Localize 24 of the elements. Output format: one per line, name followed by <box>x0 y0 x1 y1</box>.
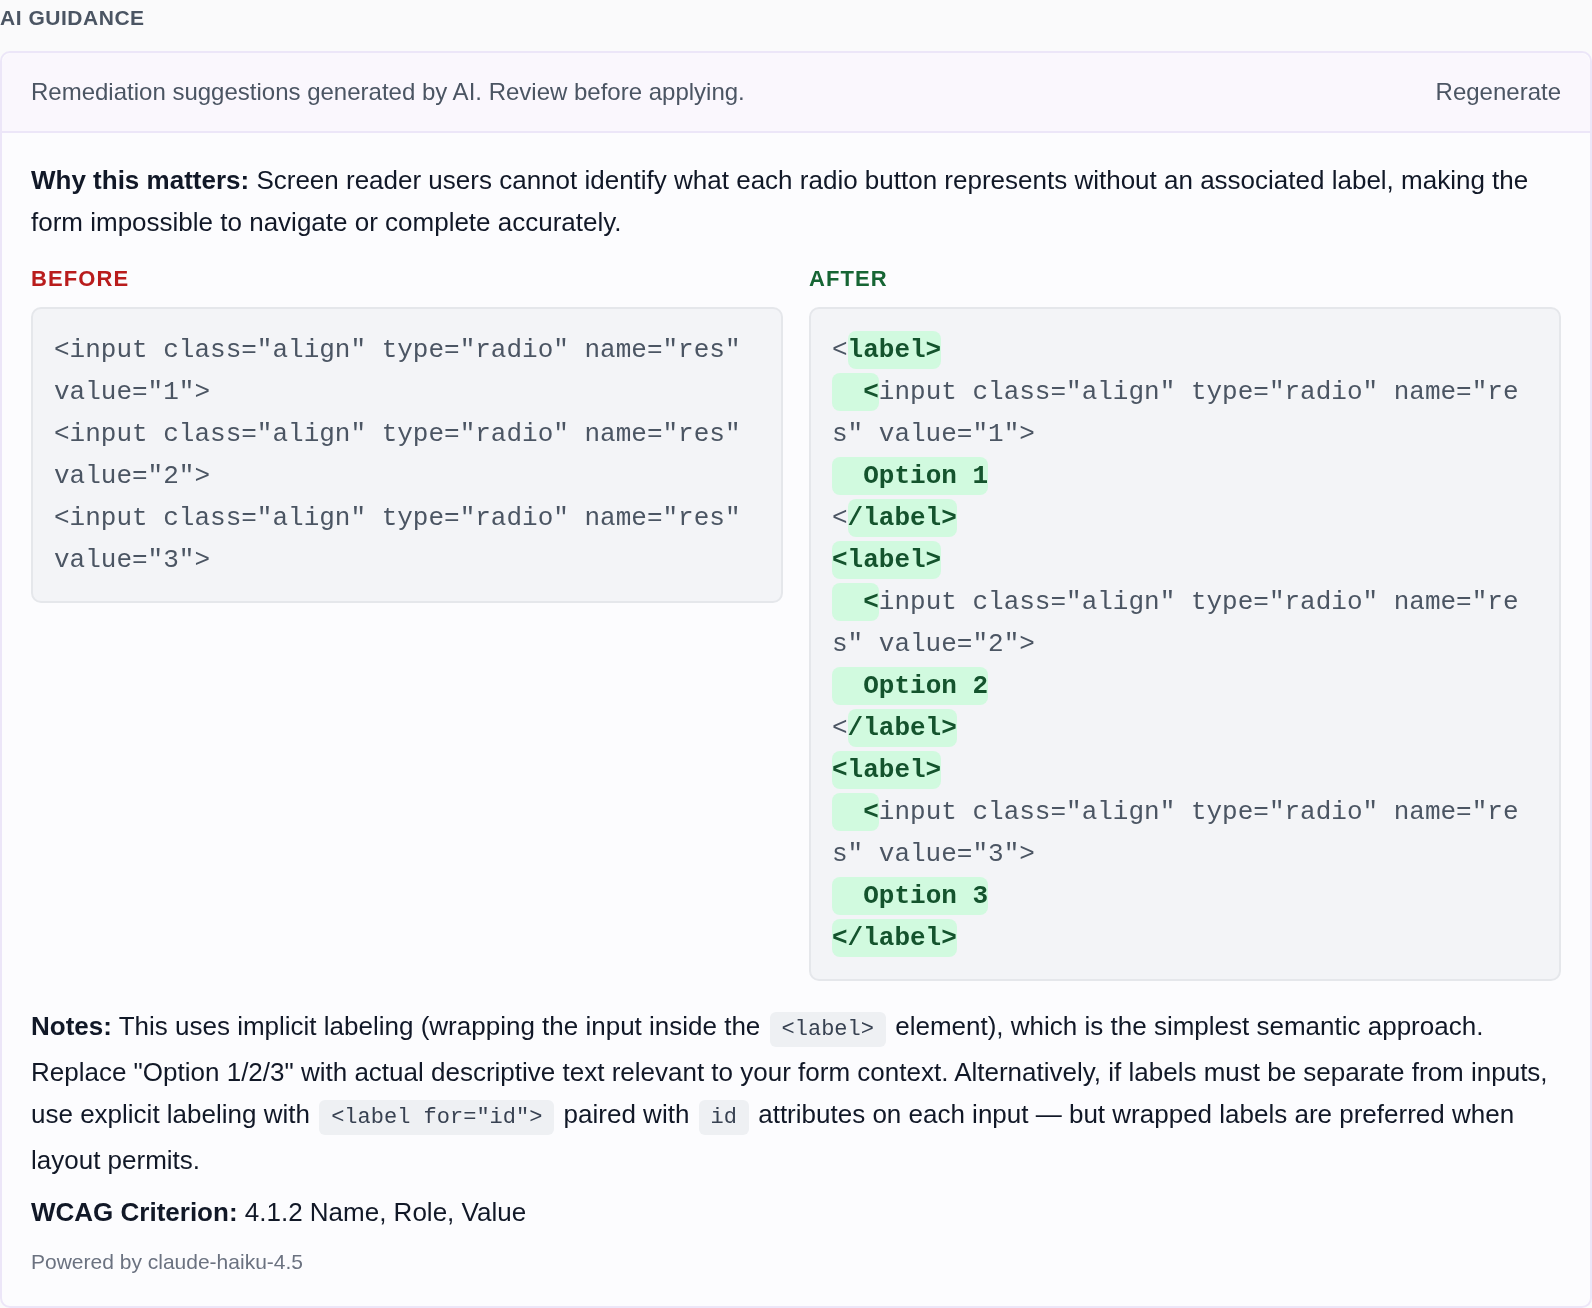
code-line: Option 1 <box>832 455 1545 497</box>
after-heading: AFTER <box>809 265 888 293</box>
code-line: <input class="align" type="radio" name="res" value="2"> <box>54 418 742 493</box>
regenerate-button[interactable]: Regenerate <box>1415 68 1581 116</box>
code-line: <input class="align" type="radio" name="res" value="1"> <box>54 334 742 409</box>
wcag-criterion: WCAG Criterion: 4.1.2 Name, Role, Value <box>31 1196 528 1229</box>
code-line: <label> <box>832 749 1545 791</box>
section-title: AI GUIDANCE <box>0 5 145 31</box>
why-paragraph: Why this matters: Screen reader users cannot identify what each radio button represents without an associated label, making the form impossible to navigate or complete accurately. <box>31 164 1530 239</box>
code-line: <label> <box>832 329 1545 371</box>
code-line: <input class="align" type="radio" name="res" value="3"> <box>54 502 742 577</box>
notes-paragraph: Notes: This uses implicit labeling (wrapping the input inside the <label> element), which is the simplest semantic approach. Replace "Option 1/2/3" with actual descriptive text relevant to your form context. Alternatively, if labels must be separate from inputs, use explicit labeling with <label for="id"> paired with id attributes on each input — but wrapped labels are preferred when layout permits. <box>31 1010 1549 1177</box>
code-line: </label> <box>832 497 1545 539</box>
code-line: <input class="align" type="radio" name="res" value="1"> <box>832 371 1545 455</box>
code-line: </label> <box>832 707 1545 749</box>
code-line: </label> <box>832 917 1545 959</box>
code-line: Option 3 <box>832 875 1545 917</box>
code-line: <input class="align" type="radio" name="res" value="2"> <box>832 581 1545 665</box>
powered-by-text: Powered by claude-haiku-4.5 <box>31 1249 303 1275</box>
code-line: Option 2 <box>832 665 1545 707</box>
banner-text: Remediation suggestions generated by AI. Review before applying. <box>31 77 745 107</box>
code-line: <input class="align" type="radio" name="res" value="3"> <box>832 791 1545 875</box>
before-heading: BEFORE <box>31 265 130 293</box>
code-line: <label> <box>832 539 1545 581</box>
